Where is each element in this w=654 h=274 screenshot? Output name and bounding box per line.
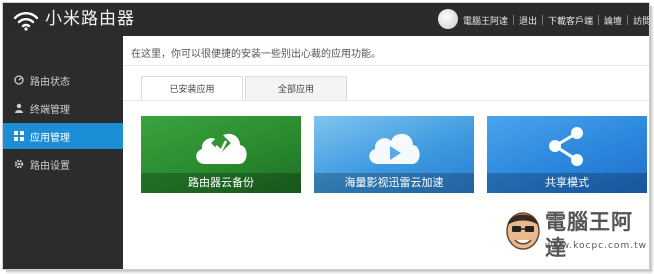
app-card-label: 共享模式 <box>545 176 589 189</box>
watermark-url: www.kocpc.com.tw <box>545 241 647 251</box>
watermark: 電腦王阿達 www.kocpc.com.tw <box>503 203 648 269</box>
sidebar-item-label: 应用管理 <box>30 132 70 144</box>
nav-divider <box>627 15 629 25</box>
sidebar-item-app-management[interactable]: 应用管理 <box>3 123 131 149</box>
user-avatar[interactable] <box>438 9 458 29</box>
frame-shadow <box>6 270 652 274</box>
mascot-face-icon <box>506 212 540 250</box>
tab-installed-apps[interactable]: 已安装应用 <box>141 76 243 101</box>
frame-shadow <box>650 6 654 272</box>
download-client-link[interactable]: 下載客戶端 <box>548 14 593 27</box>
divider <box>123 65 649 66</box>
nav-divider <box>542 15 544 25</box>
sidebar-item-router-status[interactable]: 路由状态 <box>3 67 123 93</box>
logout-link[interactable]: 退出 <box>519 14 537 27</box>
app-card-label: 海量影视迅雷云加速 <box>344 176 444 189</box>
gauge-icon <box>14 75 24 85</box>
app-card-share-mode[interactable]: 共享模式 <box>487 116 647 193</box>
app-card-video-acceleration[interactable]: 海量影视迅雷云加速 <box>314 116 474 193</box>
sidebar-item-label: 终端管理 <box>30 104 70 116</box>
sidebar-item-router-settings[interactable]: 路由设置 <box>3 151 123 177</box>
sidebar-item-label: 路由设置 <box>30 160 70 172</box>
username-link[interactable]: 電腦王阿達 <box>463 14 508 27</box>
app-window: 小米路由器 電腦王阿達 退出 下載客戶端 論壇 訪問官網 路由状态 终端管理 <box>2 2 650 270</box>
app-title: 小米路由器 <box>45 9 135 29</box>
divider <box>123 100 649 101</box>
grid-icon <box>14 131 24 141</box>
sidebar: 路由状态 终端管理 应用管理 路由设置 <box>3 36 131 269</box>
nav-divider <box>598 15 600 25</box>
intro-text: 在这里，你可以很便捷的安装一些别出心裁的应用功能。 <box>131 49 381 60</box>
forum-link[interactable]: 論壇 <box>604 14 622 27</box>
top-nav: 電腦王阿達 退出 下載客戶端 論壇 訪問官網 <box>463 13 649 27</box>
top-header: 小米路由器 電腦王阿達 退出 下載客戶端 論壇 訪問官網 <box>3 3 649 36</box>
sidebar-item-label: 路由状态 <box>30 76 70 88</box>
app-card-label: 路由器云备份 <box>188 176 254 189</box>
watermark-brand: 電腦王阿達 <box>545 210 633 260</box>
gear-icon <box>14 159 24 169</box>
cloud-backup-icon <box>196 133 247 164</box>
tab-all-apps[interactable]: 全部应用 <box>245 76 347 101</box>
user-icon <box>14 103 24 113</box>
cloud-play-icon <box>369 133 420 164</box>
nav-divider <box>513 15 515 25</box>
app-card-cloud-backup[interactable]: 路由器云备份 <box>141 116 301 193</box>
share-icon <box>549 127 583 166</box>
wifi-logo-icon <box>13 12 39 31</box>
sidebar-item-device-management[interactable]: 终端管理 <box>3 95 123 121</box>
app-tabs: 已安装应用 全部应用 <box>141 76 347 101</box>
official-site-link[interactable]: 訪問官網 <box>633 14 649 27</box>
